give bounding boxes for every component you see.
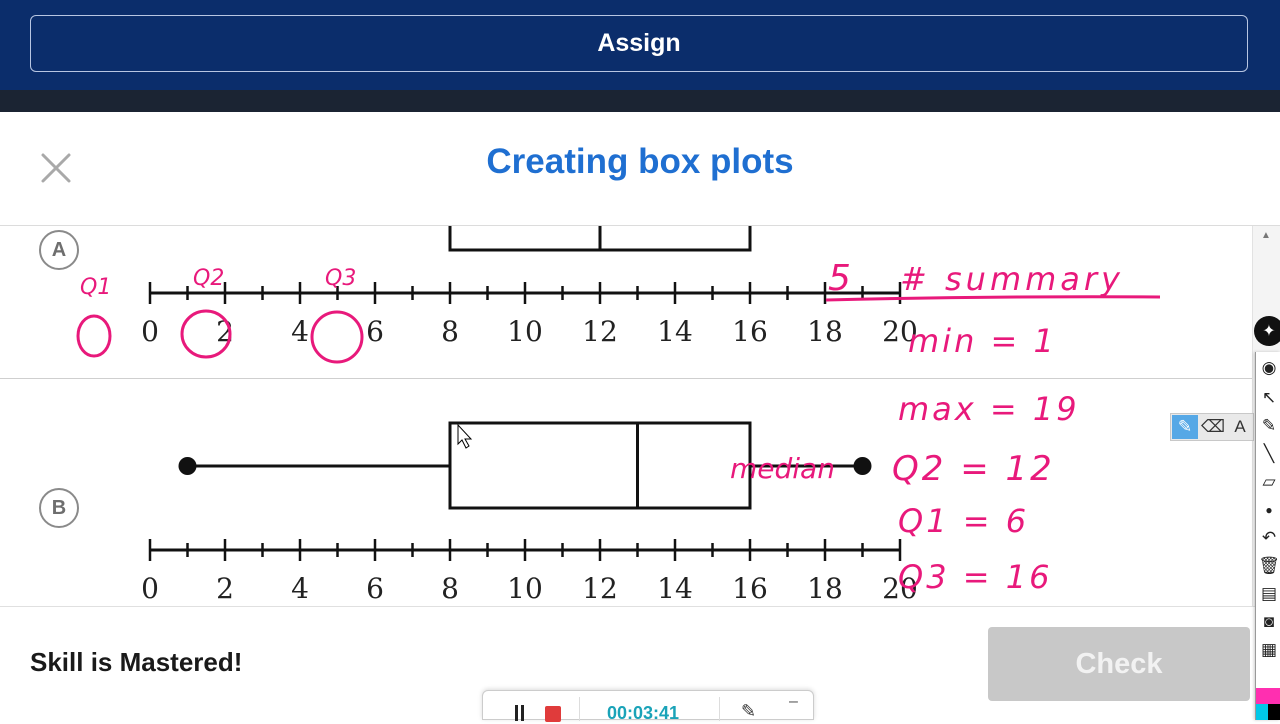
axis-tick-label: 8 bbox=[441, 572, 459, 605]
lightbulb-icon[interactable]: ✦ bbox=[1254, 316, 1280, 346]
pointer-icon[interactable]: ↖ bbox=[1259, 386, 1279, 410]
box-plots: 0 2 4 6 8 10 12 14 16 18 20 0 2 4 6 8 10 12 14 16 18 20 bbox=[141, 226, 918, 605]
axis-tick-label: 16 bbox=[732, 572, 768, 605]
text-tool-icon[interactable]: A bbox=[1227, 415, 1253, 439]
pen-tool-icon[interactable]: ✎ bbox=[1259, 414, 1279, 438]
choice-a-plot[interactable]: 0 2 4 6 8 10 12 14 16 18 20 bbox=[141, 226, 918, 348]
choices-scroll-area[interactable]: A B 0 2 4 6 8 10 12 14 16 18 20 0 2 4 6 8 10 12 14 16 18 20 bbox=[0, 226, 1252, 606]
box-plot-box bbox=[448, 421, 752, 510]
minimize-icon[interactable]: – bbox=[789, 693, 798, 711]
axis-tick-label: 20 bbox=[882, 572, 918, 605]
camera-icon[interactable]: ◙ bbox=[1259, 610, 1279, 634]
axis-tick-label: 20 bbox=[882, 315, 918, 348]
axis-tick-label: 12 bbox=[582, 315, 618, 348]
page-title: Creating box plots bbox=[486, 142, 794, 181]
pen-mini-toolbar: ✎ ⌫ A bbox=[1170, 413, 1254, 441]
axis-tick-label: 14 bbox=[657, 315, 693, 348]
axis-tick-label: 2 bbox=[216, 315, 234, 348]
pause-icon[interactable] bbox=[515, 705, 518, 721]
eraser-icon[interactable]: ⌫ bbox=[1200, 415, 1226, 439]
mastery-status: Skill is Mastered! bbox=[30, 647, 243, 677]
recording-time: 00:03:41 bbox=[607, 703, 680, 723]
assign-button[interactable]: Assign bbox=[30, 15, 1248, 72]
box-plot-min-point bbox=[178, 457, 197, 475]
annotation-toolbar: ◉ ↖ ✎ ╲ ▱ ● ↶ 🗑 ▤ ◙ ▦ bbox=[1255, 352, 1280, 720]
axis-tick-label: 12 bbox=[582, 572, 618, 605]
trash-icon[interactable]: 🗑 bbox=[1258, 554, 1280, 578]
color-palette[interactable] bbox=[1256, 688, 1280, 720]
undo-icon[interactable]: ↶ bbox=[1259, 526, 1279, 550]
top-bar-strip bbox=[0, 90, 1280, 112]
clipboard-icon[interactable]: ▦ bbox=[1259, 638, 1279, 662]
axis-tick-label: 4 bbox=[291, 572, 309, 605]
pen-icon[interactable]: ✎ bbox=[741, 701, 756, 722]
highlighter-icon[interactable]: ✎ bbox=[1172, 415, 1198, 439]
recorder-separator bbox=[719, 697, 720, 721]
check-button[interactable]: Check bbox=[988, 627, 1250, 701]
exercise-header: Creating box plots bbox=[0, 112, 1280, 226]
eye-icon[interactable]: ◉ bbox=[1259, 356, 1279, 380]
screen-recorder: 00:03:41 ✎ – bbox=[482, 690, 814, 723]
recorder-separator bbox=[579, 697, 580, 721]
axis-tick-label: 6 bbox=[366, 572, 384, 605]
box-plot-max-point bbox=[853, 457, 872, 475]
axis-tick-label: 10 bbox=[507, 315, 543, 348]
dot-size-icon[interactable]: ● bbox=[1259, 498, 1279, 522]
axis-tick-label: 18 bbox=[807, 315, 843, 348]
axis-tick-label: 6 bbox=[366, 315, 384, 348]
whiteboard-icon[interactable]: ▤ bbox=[1259, 582, 1279, 606]
axis-tick-label: 10 bbox=[507, 572, 543, 605]
axis-tick-label: 0 bbox=[141, 572, 159, 605]
line-tool-icon[interactable]: ╲ bbox=[1259, 442, 1279, 466]
choice-b-plot[interactable]: 0 2 4 6 8 10 12 14 16 18 20 bbox=[141, 421, 918, 605]
eraser-tool-icon[interactable]: ▱ bbox=[1259, 470, 1279, 494]
axis-tick-label: 18 bbox=[807, 572, 843, 605]
axis-tick-label: 0 bbox=[141, 315, 159, 348]
top-bar: Assign bbox=[0, 0, 1280, 112]
axis-tick-label: 8 bbox=[441, 315, 459, 348]
axis-tick-label: 14 bbox=[657, 572, 693, 605]
axis-tick-label: 16 bbox=[732, 315, 768, 348]
axis-tick-label: 2 bbox=[216, 572, 234, 605]
scroll-up-icon[interactable]: ▲ bbox=[1261, 230, 1271, 241]
axis-tick-label: 4 bbox=[291, 315, 309, 348]
